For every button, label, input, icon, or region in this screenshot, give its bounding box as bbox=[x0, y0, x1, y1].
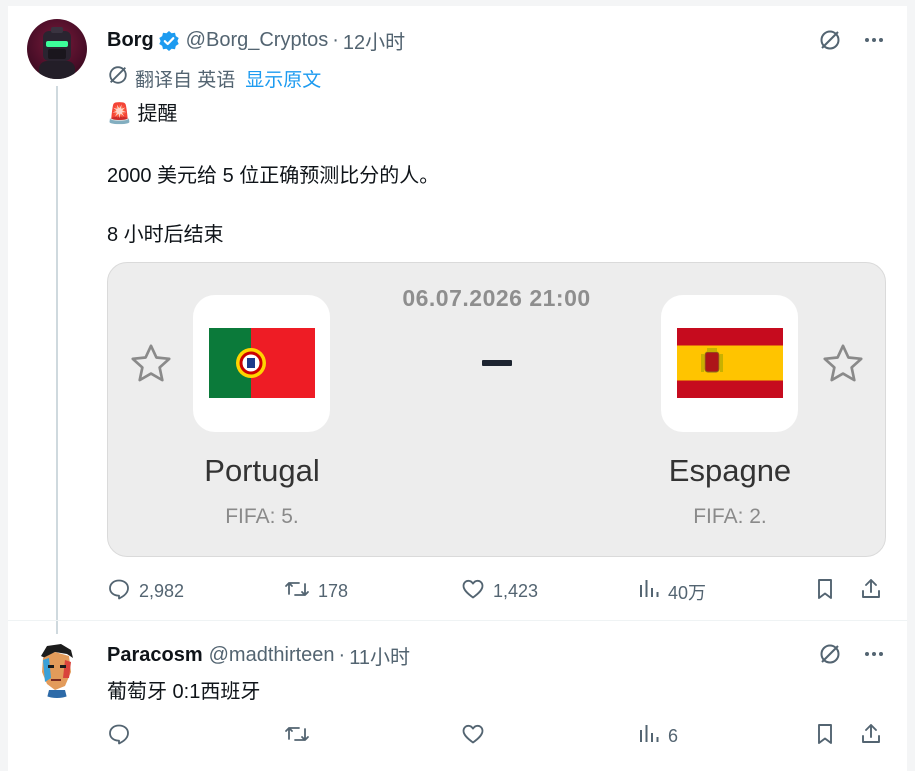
translation-notice: 翻译自 英语 显示原文 bbox=[107, 64, 321, 92]
separator: · bbox=[338, 644, 346, 666]
share-button[interactable] bbox=[859, 722, 883, 751]
views-count: 40万 bbox=[668, 582, 707, 603]
more-icon[interactable] bbox=[862, 28, 886, 52]
tweet-line-deadline: 8 小时后结束 bbox=[107, 224, 224, 246]
like-button[interactable]: 1,423 bbox=[461, 577, 538, 606]
bookmark-button[interactable] bbox=[813, 577, 837, 606]
timeline: Borg @Borg_Cryptos · 12小时 翻译自 英语 显示原文 🚨 … bbox=[0, 0, 915, 771]
repost-count: 178 bbox=[318, 581, 349, 601]
spain-flag-tile bbox=[661, 295, 798, 432]
more-icon[interactable] bbox=[862, 642, 886, 666]
timestamp[interactable]: 11小时 bbox=[349, 641, 410, 670]
alert-text: 提醒 bbox=[137, 103, 178, 125]
thread-line bbox=[56, 86, 58, 634]
tweet-top-actions bbox=[818, 28, 886, 52]
tweet-header: Paracosm @madthirteen · 11小时 bbox=[107, 641, 410, 670]
tweet-top-actions bbox=[818, 642, 886, 666]
bookmark-icon bbox=[813, 577, 837, 606]
left-gutter bbox=[0, 0, 8, 771]
grok-icon[interactable] bbox=[818, 642, 842, 666]
views-button[interactable]: 6 bbox=[638, 722, 678, 751]
like-icon bbox=[461, 577, 485, 606]
star-icon[interactable] bbox=[128, 341, 174, 392]
home-team-name: Portugal bbox=[204, 453, 320, 488]
portugal-flag bbox=[209, 328, 315, 398]
tweet-line-alert: 🚨 提醒 bbox=[107, 97, 177, 126]
reply-count: 2,982 bbox=[139, 581, 185, 601]
views-icon bbox=[638, 577, 660, 606]
home-team-rank: FIFA: 5. bbox=[225, 505, 299, 528]
grok-icon[interactable] bbox=[818, 28, 842, 52]
score-separator bbox=[482, 360, 512, 366]
reply-icon bbox=[107, 577, 131, 606]
repost-button[interactable]: 178 bbox=[284, 577, 348, 606]
reply-icon bbox=[107, 722, 131, 751]
portugal-flag-tile bbox=[193, 295, 330, 432]
like-count: 1,423 bbox=[493, 581, 539, 601]
reply-button[interactable]: 2,982 bbox=[107, 577, 184, 606]
translated-label: 翻译自 英语 bbox=[135, 69, 236, 91]
display-name[interactable]: Borg bbox=[107, 29, 154, 52]
views-icon bbox=[638, 722, 660, 751]
siren-emoji: 🚨 bbox=[107, 103, 132, 125]
away-team-rank: FIFA: 2. bbox=[693, 505, 767, 528]
views-button[interactable]: 40万 bbox=[638, 577, 706, 606]
handle[interactable]: @Borg_Cryptos bbox=[186, 29, 329, 52]
verified-badge-icon bbox=[158, 30, 180, 52]
display-name[interactable]: Paracosm bbox=[107, 644, 203, 667]
handle[interactable]: @madthirteen bbox=[209, 644, 335, 667]
tweet-divider bbox=[8, 620, 907, 621]
match-card[interactable]: 06.07.2026 21:00 Portugal Espagne FIFA: … bbox=[107, 262, 886, 557]
share-icon bbox=[859, 722, 883, 751]
timestamp[interactable]: 12小时 bbox=[343, 26, 405, 55]
tweet-line-prize: 2000 美元给 5 位正确预测比分的人。 bbox=[107, 165, 440, 187]
avatar-borg[interactable] bbox=[27, 19, 87, 79]
tweet-action-bar: 6 bbox=[107, 722, 885, 750]
top-gutter bbox=[0, 0, 915, 6]
show-original-link[interactable]: 显示原文 bbox=[245, 65, 321, 92]
views-count: 6 bbox=[668, 726, 679, 746]
avatar-paracosm[interactable] bbox=[27, 638, 87, 698]
right-gutter bbox=[907, 0, 915, 771]
star-icon[interactable] bbox=[820, 341, 866, 392]
repost-icon bbox=[284, 722, 310, 751]
bookmark-button[interactable] bbox=[813, 722, 837, 751]
spain-flag bbox=[677, 328, 783, 398]
share-button[interactable] bbox=[859, 577, 883, 606]
tweet-header: Borg @Borg_Cryptos · 12小时 bbox=[107, 26, 405, 55]
bookmark-icon bbox=[813, 722, 837, 751]
like-icon bbox=[461, 722, 485, 751]
repost-icon bbox=[284, 577, 310, 606]
reply-text: 葡萄牙 0:1西班牙 bbox=[107, 681, 261, 703]
repost-button[interactable] bbox=[284, 722, 310, 751]
like-button[interactable] bbox=[461, 722, 485, 751]
tweet-action-bar: 2,982 178 1,423 40万 bbox=[107, 577, 885, 605]
reply-button[interactable] bbox=[107, 722, 131, 751]
share-icon bbox=[859, 577, 883, 606]
translate-icon bbox=[107, 64, 129, 92]
separator: · bbox=[332, 29, 339, 51]
away-team-name: Espagne bbox=[668, 453, 792, 488]
